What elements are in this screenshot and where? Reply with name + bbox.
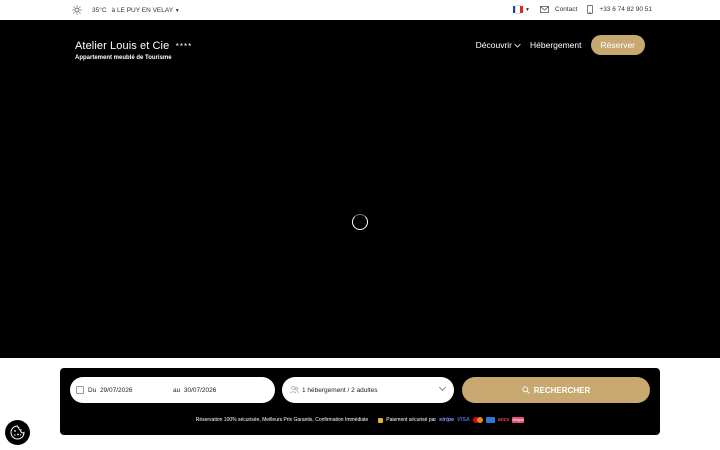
departure-date: 30/07/2026 <box>183 386 217 394</box>
phone-link[interactable]: +33 6 74 82 90 51 <box>599 6 652 13</box>
arrival-prefix: Du <box>88 386 97 394</box>
mastercard-logo-icon <box>472 417 483 423</box>
search-button[interactable]: RECHERCHER <box>462 377 650 403</box>
mobile-phone-icon <box>587 5 594 14</box>
envelope-icon <box>540 6 549 13</box>
nav-item-label: Découvrir <box>475 40 512 50</box>
brand-stars: **** <box>175 42 193 51</box>
nav-item-decouvrir[interactable]: Découvrir <box>476 40 521 50</box>
hero-section: Atelier Louis et Cie **** Appartement me… <box>0 20 720 358</box>
cookie-settings-button[interactable] <box>5 420 30 445</box>
reserve-button[interactable]: Réserver <box>590 35 645 55</box>
cookie-icon <box>10 425 25 440</box>
loading-spinner-icon <box>352 214 368 230</box>
weather-temperature: 35°C <box>92 6 107 14</box>
reassurance-bar: Réservation 100% sécurisée, Meilleurs Pr… <box>60 417 660 423</box>
departure-date-field[interactable]: au 30/07/2026 <box>173 387 216 394</box>
arrival-date-field[interactable]: Du 29/07/2026 <box>88 387 173 394</box>
brand-logo[interactable]: Atelier Louis et Cie **** Appartement me… <box>75 36 192 61</box>
caret-down-icon: ▼ <box>525 6 530 13</box>
nav-item-hebergement[interactable]: Hébergement <box>530 40 582 50</box>
search-icon <box>522 386 530 394</box>
topbar: 35°C à LE PUY EN VELAY ▼ ▼ Contact +33 6… <box>0 0 720 20</box>
search-label: RECHERCHER <box>533 385 591 395</box>
amex-logo-icon <box>485 417 495 423</box>
contact-link[interactable]: Contact <box>555 6 577 13</box>
location-label: à LE PUY EN VELAY <box>111 6 173 14</box>
users-icon <box>290 386 299 394</box>
guests-selector[interactable]: 1 hébergement / 2 adultes <box>282 377 454 403</box>
guests-value: 1 hébergement / 2 adultes <box>302 386 378 394</box>
fr-flag-icon <box>513 5 524 14</box>
reassurance-text: Réservation 100% sécurisée, Meilleurs Pr… <box>195 417 369 423</box>
date-range-picker[interactable]: Du 29/07/2026 au 30/07/2026 <box>70 377 275 403</box>
chevron-down-icon <box>514 43 521 48</box>
contact-bar: ▼ Contact +33 6 74 82 90 51 <box>513 5 652 14</box>
cheque-vacances-logo: chèque <box>512 417 525 423</box>
departure-prefix: au <box>173 386 181 394</box>
language-selector[interactable]: ▼ <box>513 5 530 14</box>
nav-item-label: Hébergement <box>530 40 582 50</box>
sun-icon <box>72 5 82 15</box>
payment-label: Paiement sécurisé par <box>386 417 437 423</box>
location-selector[interactable]: à LE PUY EN VELAY ▼ <box>112 7 180 14</box>
ancv-logo: ancv <box>497 417 510 423</box>
main-nav: Découvrir Hébergement Réserver <box>476 35 645 55</box>
brand-subtitle: Appartement meublé de Tourisme <box>75 55 172 61</box>
weather-bar: 35°C à LE PUY EN VELAY ▼ <box>72 5 180 15</box>
lock-icon <box>378 417 384 423</box>
brand-name: Atelier Louis et Cie <box>75 40 170 52</box>
booking-widget: Du 29/07/2026 au 30/07/2026 1 hébergemen… <box>60 368 660 435</box>
chevron-down-icon <box>438 383 447 392</box>
secure-payment: Paiement sécurisé par stripe VISA ancv c… <box>378 417 525 423</box>
caret-down-icon: ▼ <box>174 7 180 14</box>
visa-logo: VISA <box>457 417 470 423</box>
calendar-icon <box>76 386 84 394</box>
stripe-logo: stripe <box>439 417 455 423</box>
arrival-date: 29/07/2026 <box>99 386 133 394</box>
